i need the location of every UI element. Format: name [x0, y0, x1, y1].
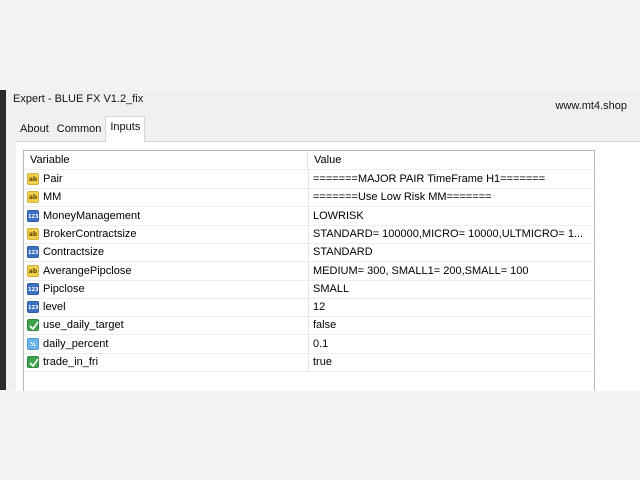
variable-name: MM	[43, 191, 62, 204]
value-cell[interactable]: LOWRISK	[309, 207, 594, 225]
string-ab-icon: ab	[27, 227, 39, 240]
variable-name: trade_in_fri	[43, 356, 99, 368]
string-ab-icon: ab	[27, 173, 39, 185]
table-row[interactable]: 123 Contractsize STANDARD	[24, 243, 594, 263]
value-cell[interactable]: STANDARD= 100000,MICRO= 10000,ULTMICRO= …	[309, 225, 594, 243]
boolean-icon	[27, 356, 39, 368]
inputs-panel: Variable Value ab Pair =======MAJOR PAIR T…	[16, 141, 640, 391]
tab-common[interactable]: Common	[53, 119, 106, 141]
tab-inputs[interactable]: Inputs	[105, 116, 146, 142]
variable-value: 0.1	[313, 337, 329, 350]
variable-cell: trade_in_fri	[24, 353, 309, 371]
expert-properties-dialog: Expert - BLUE FX V1.2_fix www.mt4.shop A…	[6, 90, 640, 391]
variable-cell: 123 Pipclose	[24, 279, 309, 298]
variable-name: Contractsize	[43, 246, 105, 259]
variable-cell: use_daily_target	[24, 316, 309, 335]
tab-about[interactable]: About	[16, 119, 53, 141]
variable-cell: 123 level	[24, 298, 309, 317]
string-ab-icon: ab	[27, 191, 39, 204]
variable-value: SMALL	[313, 282, 350, 295]
value-cell[interactable]: =======Use Low Risk MM=======	[309, 188, 594, 206]
table-row[interactable]: ½ daily_percent 0.1	[24, 334, 594, 354]
variable-value: 12	[313, 301, 326, 314]
table-row[interactable]: ab AverangePipclose MEDIUM= 300, SMALL1= 2…	[24, 261, 594, 281]
variable-name: AverangePipclose	[43, 264, 132, 277]
integer-123-icon: 123	[27, 209, 39, 222]
variable-name: Pipclose	[43, 282, 85, 295]
value-cell[interactable]: SMALL	[309, 280, 594, 298]
value-cell[interactable]: =======MAJOR PAIR TimeFrame H1=======	[309, 170, 594, 188]
table-row[interactable]: 123 MoneyManagement LOWRISK	[24, 206, 594, 226]
variable-name: BrokerContractsize	[43, 227, 137, 240]
variable-value: LOWRISK	[313, 209, 364, 222]
variable-value: MEDIUM= 300, SMALL1= 200,SMALL= 100	[313, 264, 529, 277]
tab-bar: About Common Inputs	[16, 116, 146, 142]
variable-cell: ab Pair	[24, 170, 309, 188]
column-header-value[interactable]: Value	[309, 151, 594, 169]
variable-name: use_daily_target	[43, 319, 124, 332]
value-cell[interactable]: 0.1	[309, 335, 594, 353]
table-header-row: Variable Value	[24, 151, 594, 170]
double-fraction-icon: ½	[27, 337, 39, 350]
variable-cell: ½ daily_percent	[24, 334, 309, 353]
table-row[interactable]: ab Pair =======MAJOR PAIR TimeFrame H1====…	[24, 170, 594, 189]
variable-cell: ab AverangePipclose	[24, 261, 309, 280]
variable-value: =======MAJOR PAIR TimeFrame H1=======	[313, 173, 546, 185]
variable-value: =======Use Low Risk MM=======	[313, 191, 492, 204]
dialog-title: Expert - BLUE FX V1.2_fix	[13, 93, 144, 105]
column-header-variable[interactable]: Variable	[24, 151, 308, 169]
inputs-table: Variable Value ab Pair =======MAJOR PAIR T…	[23, 150, 595, 391]
variable-name: MoneyManagement	[43, 209, 141, 222]
table-row[interactable]: 123 Pipclose SMALL	[24, 279, 594, 299]
string-ab-icon: ab	[27, 264, 39, 277]
value-cell[interactable]: false	[309, 316, 594, 334]
variable-name: daily_percent	[43, 337, 109, 350]
value-cell[interactable]: 12	[309, 298, 594, 316]
variable-value: STANDARD	[313, 246, 373, 259]
variable-cell: 123 MoneyManagement	[24, 206, 309, 225]
integer-123-icon: 123	[27, 301, 39, 314]
variable-value: STANDARD= 100000,MICRO= 10000,ULTMICRO= …	[313, 227, 584, 240]
value-cell[interactable]: MEDIUM= 300, SMALL1= 200,SMALL= 100	[309, 262, 594, 280]
variable-name: level	[43, 301, 66, 314]
watermark-text: www.mt4.shop	[555, 100, 627, 112]
table-row[interactable]: 123 level 12	[24, 298, 594, 318]
table-row[interactable]: ab MM =======Use Low Risk MM=======	[24, 188, 594, 208]
boolean-icon	[27, 319, 39, 332]
table-row[interactable]: ab BrokerContractsize STANDARD= 100000,MIC…	[24, 224, 594, 244]
variable-cell: ab MM	[24, 188, 309, 207]
integer-123-icon: 123	[27, 282, 39, 295]
variable-value: true	[313, 356, 332, 368]
variable-cell: ab BrokerContractsize	[24, 224, 309, 243]
table-row[interactable]: use_daily_target false	[24, 316, 594, 336]
variable-cell: 123 Contractsize	[24, 243, 309, 262]
table-row[interactable]: trade_in_fri true	[24, 353, 594, 372]
variable-name: Pair	[43, 173, 63, 185]
value-cell[interactable]: STANDARD	[309, 243, 594, 261]
value-cell[interactable]: true	[309, 353, 594, 371]
variable-value: false	[313, 319, 337, 332]
integer-123-icon: 123	[27, 246, 39, 259]
